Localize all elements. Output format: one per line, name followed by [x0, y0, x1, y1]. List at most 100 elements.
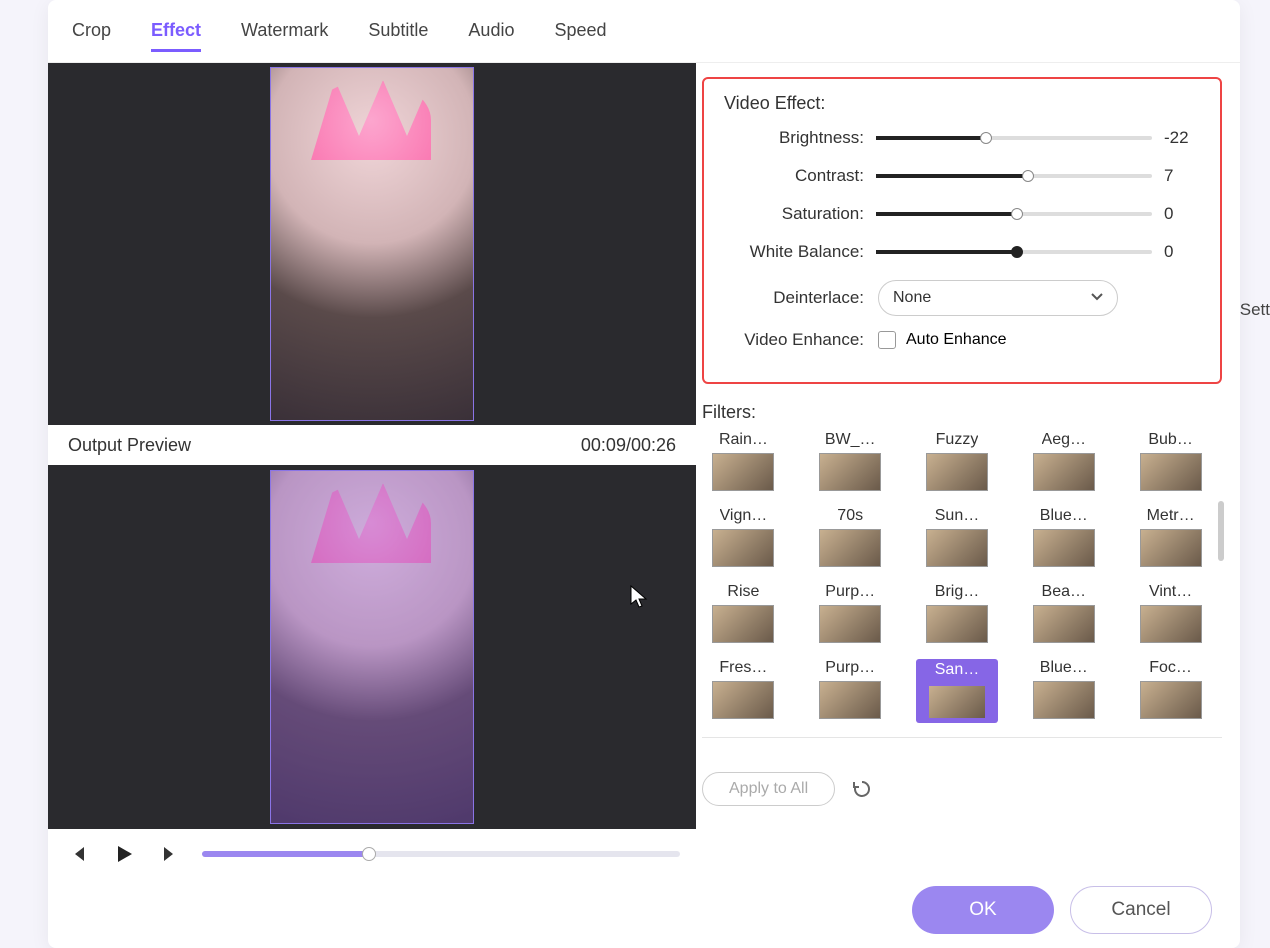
filter-item-3[interactable]: Aeg… [1022, 431, 1105, 491]
ok-button[interactable]: OK [912, 886, 1054, 934]
tab-crop[interactable]: Crop [72, 20, 111, 52]
filter-item-12[interactable]: Brig… [916, 583, 999, 643]
filter-thumb [926, 683, 988, 721]
playback-controls [48, 829, 696, 879]
filter-thumb [1140, 529, 1202, 567]
tab-bar: Crop Effect Watermark Subtitle Audio Spe… [48, 0, 1240, 63]
brightness-value: -22 [1164, 128, 1200, 148]
filter-thumb [1033, 681, 1095, 719]
output-preview-label: Output Preview [68, 435, 191, 456]
filters-grid: Rain… BW_… Fuzzy Aeg… Bub… Vign… 70s Sun… Blue… M… [702, 431, 1222, 723]
filter-label: Vint… [1149, 583, 1192, 601]
saturation-slider[interactable] [876, 212, 1152, 216]
video-edit-dialog: Crop Effect Watermark Subtitle Audio Spe… [48, 0, 1240, 948]
tab-subtitle[interactable]: Subtitle [368, 20, 428, 52]
filter-item-15[interactable]: Fres… [702, 659, 785, 723]
auto-enhance-checkbox[interactable] [878, 331, 896, 349]
filter-thumb [819, 681, 881, 719]
filter-thumb [712, 453, 774, 491]
filter-label: Fuzzy [936, 431, 979, 449]
filter-thumb [1140, 453, 1202, 491]
filter-item-7[interactable]: Sun… [916, 507, 999, 567]
filter-label: Vign… [720, 507, 768, 525]
filter-item-0[interactable]: Rain… [702, 431, 785, 491]
output-preview [48, 465, 696, 829]
saturation-value: 0 [1164, 204, 1200, 224]
filter-thumb [712, 529, 774, 567]
timeline-slider[interactable] [202, 851, 680, 857]
filter-thumb [926, 453, 988, 491]
filter-item-18[interactable]: Blue… [1022, 659, 1105, 723]
filter-item-5[interactable]: Vign… [702, 507, 785, 567]
prev-frame-button[interactable] [64, 840, 92, 868]
brightness-label: Brightness: [724, 128, 864, 148]
tab-watermark[interactable]: Watermark [241, 20, 328, 52]
contrast-label: Contrast: [724, 166, 864, 186]
filter-thumb [819, 605, 881, 643]
deinterlace-value: None [893, 289, 931, 307]
filter-thumb [1033, 605, 1095, 643]
filter-label: Bea… [1042, 583, 1086, 601]
tab-speed[interactable]: Speed [554, 20, 606, 52]
filters-title: Filters: [702, 402, 1222, 423]
next-frame-button[interactable] [156, 840, 184, 868]
divider [702, 737, 1222, 738]
filter-item-1[interactable]: BW_… [809, 431, 892, 491]
filter-thumb [712, 605, 774, 643]
filters-scrollbar[interactable] [1218, 501, 1224, 561]
filter-item-4[interactable]: Bub… [1129, 431, 1212, 491]
saturation-label: Saturation: [724, 204, 864, 224]
filter-item-9[interactable]: Metr… [1129, 507, 1212, 567]
deinterlace-label: Deinterlace: [724, 288, 864, 308]
video-enhance-label: Video Enhance: [724, 330, 864, 350]
filter-label: Rise [727, 583, 759, 601]
cancel-button[interactable]: Cancel [1070, 886, 1212, 934]
filter-thumb [926, 529, 988, 567]
filter-item-11[interactable]: Purp… [809, 583, 892, 643]
filter-label: Metr… [1147, 507, 1195, 525]
filter-item-14[interactable]: Vint… [1129, 583, 1212, 643]
filter-thumb [712, 681, 774, 719]
filter-label: Purp… [825, 659, 875, 677]
white-balance-slider[interactable] [876, 250, 1152, 254]
filter-item-6[interactable]: 70s [809, 507, 892, 567]
filter-thumb [1140, 605, 1202, 643]
filter-label: Fres… [719, 659, 767, 677]
tab-effect[interactable]: Effect [151, 20, 201, 52]
filter-thumb [1140, 681, 1202, 719]
auto-enhance-option: Auto Enhance [906, 331, 1007, 349]
original-preview [48, 63, 696, 425]
filter-item-2[interactable]: Fuzzy [916, 431, 999, 491]
filter-label: 70s [837, 507, 863, 525]
white-balance-value: 0 [1164, 242, 1200, 262]
preview-info: Output Preview 00:09/00:26 [48, 425, 696, 465]
contrast-slider[interactable] [876, 174, 1152, 178]
timeline-thumb[interactable] [362, 847, 376, 861]
white-balance-label: White Balance: [724, 242, 864, 262]
filter-label: BW_… [825, 431, 876, 449]
filter-item-16[interactable]: Purp… [809, 659, 892, 723]
contrast-value: 7 [1164, 166, 1200, 186]
filter-label: Blue… [1040, 507, 1088, 525]
filter-item-19[interactable]: Foc… [1129, 659, 1212, 723]
reset-icon[interactable] [851, 778, 873, 800]
filter-label: Blue… [1040, 659, 1088, 677]
filter-label: San… [935, 661, 979, 679]
deinterlace-select[interactable]: None [878, 280, 1118, 316]
filter-item-8[interactable]: Blue… [1022, 507, 1105, 567]
filter-thumb [819, 529, 881, 567]
video-effect-panel: Video Effect: Brightness: -22 Contrast: … [702, 77, 1222, 384]
chevron-down-icon [1091, 289, 1103, 307]
filter-item-10[interactable]: Rise [702, 583, 785, 643]
filter-item-17[interactable]: San… [916, 659, 999, 723]
apply-to-all-button[interactable]: Apply to All [702, 772, 835, 806]
video-effect-title: Video Effect: [724, 93, 1200, 114]
filter-thumb [1033, 529, 1095, 567]
tab-audio[interactable]: Audio [468, 20, 514, 52]
brightness-slider[interactable] [876, 136, 1152, 140]
play-button[interactable] [110, 840, 138, 868]
filter-item-13[interactable]: Bea… [1022, 583, 1105, 643]
side-text: Sett [1240, 300, 1270, 320]
preview-time: 00:09/00:26 [581, 435, 676, 456]
filter-thumb [926, 605, 988, 643]
